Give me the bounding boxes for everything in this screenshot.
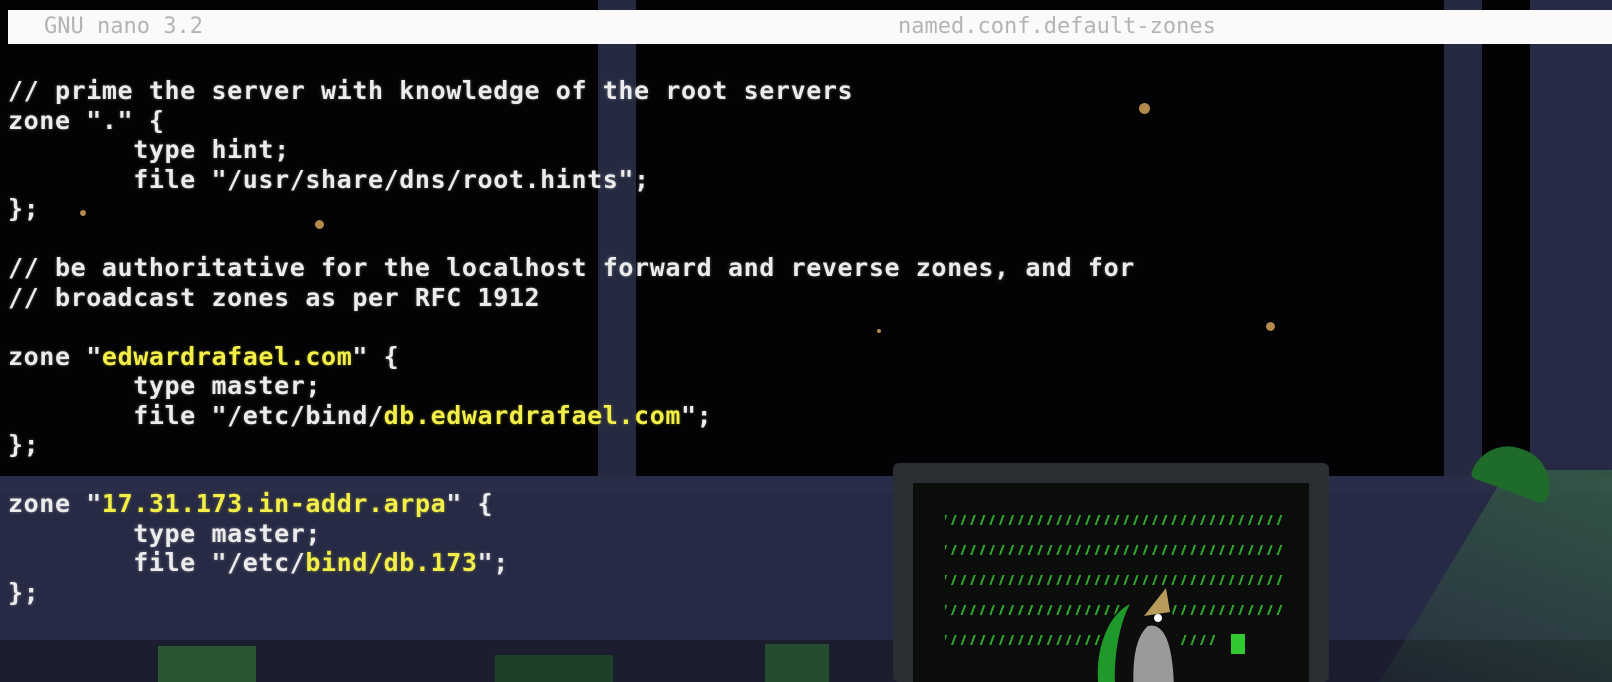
editor-line[interactable]: // broadcast zones as per RFC 1912 [8, 283, 1568, 313]
editor-line[interactable]: zone "17.31.173.in-addr.arpa" { [8, 489, 1568, 519]
editor-line[interactable] [8, 224, 1568, 254]
line-text: "; [681, 400, 713, 430]
nano-titlebar: GNU nano 3.2 named.conf.default-zones [8, 10, 1612, 44]
line-text: file "/etc/ [8, 548, 306, 577]
editor-line[interactable]: type master; [8, 519, 1568, 549]
editor-line[interactable]: type master; [8, 371, 1568, 401]
line-text: zone " [8, 489, 102, 518]
editor-text-area[interactable]: // prime the server with knowledge of th… [8, 76, 1568, 607]
line-text: // broadcast zones as per RFC 1912 [8, 282, 541, 312]
line-text: "; [477, 548, 509, 577]
editor-line[interactable]: }; [8, 578, 1568, 608]
editor-line[interactable]: zone "edwardrafael.com" { [8, 342, 1568, 372]
line-text: type master; [8, 371, 322, 400]
line-text: zone "." { [8, 105, 165, 135]
editor-line[interactable] [8, 312, 1568, 342]
line-text: // prime the server with knowledge of th… [8, 76, 854, 105]
line-text: type master; [8, 518, 322, 548]
editor-line[interactable]: type hint; [8, 135, 1568, 165]
editor-line[interactable]: file "/etc/bind/db.173"; [8, 548, 1568, 578]
editor-line[interactable]: zone "." { [8, 106, 1568, 136]
editor-line[interactable]: // be authoritative for the localhost fo… [8, 253, 1568, 283]
line-text: file "/usr/share/dns/root.hints"; [8, 164, 650, 194]
line-text: }; [8, 194, 40, 223]
plant-pot [158, 646, 256, 682]
highlighted-text: db.edwardrafael.com [383, 400, 682, 430]
highlighted-text: edwardrafael.com [101, 341, 353, 371]
line-text: zone " [8, 341, 102, 371]
editor-line[interactable]: // prime the server with knowledge of th… [8, 76, 1568, 106]
line-text: " { [352, 341, 400, 371]
editor-line[interactable]: file "/usr/share/dns/root.hints"; [8, 165, 1568, 195]
line-text: file "/etc/bind/ [8, 400, 384, 430]
coffee-cup [765, 644, 829, 682]
line-text: }; [8, 577, 40, 607]
line-text: // be authoritative for the localhost fo… [8, 253, 1135, 282]
book-stack [495, 655, 613, 682]
highlighted-text: bind/db.173 [305, 548, 478, 577]
highlighted-text: 17.31.173.in-addr.arpa [101, 489, 447, 518]
screen-cursor [1231, 634, 1245, 654]
line-text: }; [8, 430, 40, 459]
editor-line[interactable]: file "/etc/bind/db.edwardrafael.com"; [8, 401, 1568, 431]
app-version-label: GNU nano 3.2 [44, 14, 203, 39]
editor-line[interactable] [8, 460, 1568, 490]
file-name-label: named.conf.default-zones [898, 14, 1216, 39]
line-text: " { [446, 489, 494, 518]
editor-line[interactable]: }; [8, 194, 1568, 224]
editor-line[interactable]: }; [8, 430, 1568, 460]
line-text: type hint; [8, 135, 290, 164]
